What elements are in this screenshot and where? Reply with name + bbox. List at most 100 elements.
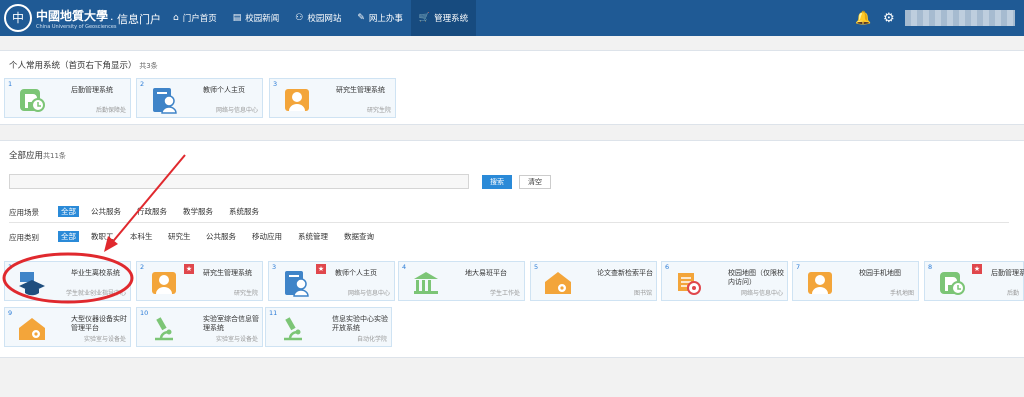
- nav-online-service[interactable]: ✎ 网上办事: [349, 0, 411, 36]
- app-card-6[interactable]: 6 校园地图（仅限校内访问） 网络与信息中心: [661, 261, 788, 301]
- app-card-3[interactable]: 3 ★ 教师个人主页 网络与信息中心: [268, 261, 395, 301]
- card-dept: 图书馆: [633, 290, 652, 297]
- microscope-icon: [284, 317, 302, 341]
- scene-option-public[interactable]: 公共服务: [91, 206, 121, 217]
- nav-sites-label: 校园网站: [307, 14, 342, 24]
- logistics-icon: [940, 272, 965, 295]
- app-card-10[interactable]: 10 实验室综合信息管理系统 实验室与设备处: [136, 307, 263, 347]
- type-option-dataquery[interactable]: 数据查询: [344, 231, 374, 242]
- card-number: 3: [272, 263, 277, 271]
- common-card-3[interactable]: 3 研究生管理系统 研究生院: [269, 78, 396, 118]
- home-icon: ⌂: [173, 13, 179, 23]
- bell-icon[interactable]: 🔔: [855, 0, 871, 36]
- card-name: 校园手机地图: [859, 269, 901, 277]
- nav-news-label: 校园新闻: [245, 14, 280, 24]
- library-icon: [414, 272, 438, 294]
- card-number: 10: [140, 309, 149, 317]
- card-dept: 研究生院: [366, 107, 391, 114]
- card-number: 1: [8, 80, 13, 88]
- nav-home-label: 门户首页: [182, 14, 217, 24]
- graduate-icon: [152, 272, 176, 294]
- edit-icon: ✎: [357, 13, 365, 23]
- all-apps-title-text: 全部应用: [9, 151, 44, 161]
- card-name: 校园地图（仅限校内访问）: [728, 269, 784, 286]
- card-number: 3: [273, 80, 278, 88]
- app-card-5[interactable]: 5 论文查新检索平台 图书馆: [530, 261, 657, 301]
- scene-option-all[interactable]: 全部: [58, 206, 79, 217]
- app-card-11[interactable]: 11 信息实验中心实验开放系统 自动化学院: [265, 307, 392, 347]
- card-name: 地大易班平台: [465, 269, 507, 277]
- sitemap-icon: ⚇: [295, 13, 304, 23]
- card-dept: 后勤: [1006, 290, 1019, 297]
- common-count: 共3条: [139, 62, 158, 70]
- scene-filter-label: 应用场景: [9, 208, 39, 217]
- gear-icon[interactable]: ⚙: [883, 0, 895, 36]
- common-systems-title: 个人常用系统（首页右下角显示） 共3条: [9, 59, 158, 71]
- nav-sites[interactable]: ⚇ 校园网站: [287, 0, 349, 36]
- app-card-9[interactable]: 9 大型仪器设备实时管理平台 实验室与设备处: [4, 307, 131, 347]
- clear-button[interactable]: 清空: [519, 175, 551, 189]
- card-name: 研究生管理系统: [203, 269, 252, 277]
- card-number: 11: [269, 309, 278, 317]
- card-dept: 后勤保障处: [95, 107, 126, 114]
- graduate-icon: [285, 89, 309, 111]
- card-name: 信息实验中心实验开放系统: [332, 315, 388, 332]
- nav-news[interactable]: ▤ 校园新闻: [225, 0, 288, 36]
- news-icon: ▤: [232, 13, 242, 23]
- favorite-star-icon[interactable]: ★: [972, 264, 982, 274]
- nav-home[interactable]: ⌂ 门户首页: [165, 0, 225, 36]
- nav-management[interactable]: 🛒 管理系统: [410, 0, 477, 36]
- type-option-all[interactable]: 全部: [58, 231, 79, 242]
- card-dept: 学生就业创业指导中心: [65, 290, 126, 297]
- card-dept: 实验室与设备处: [215, 336, 258, 343]
- scene-option-teaching[interactable]: 教学服务: [183, 206, 213, 217]
- house-gear-icon: [545, 272, 571, 294]
- person-icon: [808, 272, 832, 294]
- teacher-icon: [285, 271, 309, 297]
- card-dept: 网络与信息中心: [740, 290, 783, 297]
- house-gear-icon: [19, 318, 45, 340]
- university-name: 中國地質大學: [36, 9, 109, 23]
- university-logo-icon[interactable]: 中: [4, 4, 32, 32]
- all-apps-count: 共11条: [43, 152, 66, 160]
- scene-option-admin[interactable]: 行政服务: [137, 206, 167, 217]
- portal-title: · 信息门户: [110, 13, 161, 26]
- card-name: 后勤管理系统: [71, 86, 113, 94]
- card-dept: 研究生院: [233, 290, 258, 297]
- app-card-7[interactable]: 7 校园手机地图 手机地图: [792, 261, 919, 301]
- card-name: 教师个人主页: [203, 86, 245, 94]
- logistics-icon: [20, 89, 45, 112]
- app-card-2[interactable]: 2 ★ 研究生管理系统 研究生院: [136, 261, 263, 301]
- favorite-star-icon[interactable]: ★: [184, 264, 194, 274]
- type-option-sysadmin[interactable]: 系统管理: [298, 231, 328, 242]
- app-search-input[interactable]: [9, 174, 469, 189]
- main-nav: ⌂ 门户首页 ▤ 校园新闻 ⚇ 校园网站 ✎ 网上办事 🛒 管理系统: [165, 0, 477, 36]
- nav-online-service-label: 网上办事: [368, 14, 403, 24]
- search-button[interactable]: 搜索: [482, 175, 512, 189]
- type-option-public[interactable]: 公共服务: [206, 231, 236, 242]
- app-card-8[interactable]: 8 ★ 后勤管理系统 后勤: [924, 261, 1024, 301]
- card-name: 教师个人主页: [335, 269, 377, 277]
- card-number: 8: [928, 263, 933, 271]
- teacher-icon: [153, 88, 177, 114]
- user-info-blurred[interactable]: [905, 10, 1015, 26]
- university-name-en: China University of Geosciences: [36, 24, 117, 30]
- favorite-star-icon[interactable]: ★: [316, 264, 326, 274]
- app-card-1[interactable]: 1 毕业生离校系统 学生就业创业指导中心: [4, 261, 131, 301]
- common-card-1[interactable]: 1 后勤管理系统 后勤保障处: [4, 78, 131, 118]
- all-apps-title: 全部应用共11条: [9, 149, 66, 161]
- card-name: 论文查新检索平台: [597, 269, 653, 277]
- card-dept: 学生工作处: [489, 290, 520, 297]
- type-option-staff[interactable]: 教职工: [91, 231, 114, 242]
- type-option-postgrad[interactable]: 研究生: [168, 231, 191, 242]
- card-dept: 网络与信息中心: [347, 290, 390, 297]
- type-option-undergrad[interactable]: 本科生: [130, 231, 153, 242]
- type-option-mobile[interactable]: 移动应用: [252, 231, 282, 242]
- common-card-2[interactable]: 2 教师个人主页 网络与信息中心: [136, 78, 263, 118]
- card-number: 2: [140, 263, 145, 271]
- scene-option-system[interactable]: 系统服务: [229, 206, 259, 217]
- cart-icon: 🛒: [418, 13, 431, 23]
- filter-divider: [9, 222, 1009, 223]
- card-dept: 手机地图: [889, 290, 914, 297]
- app-card-4[interactable]: 4 地大易班平台 学生工作处: [398, 261, 525, 301]
